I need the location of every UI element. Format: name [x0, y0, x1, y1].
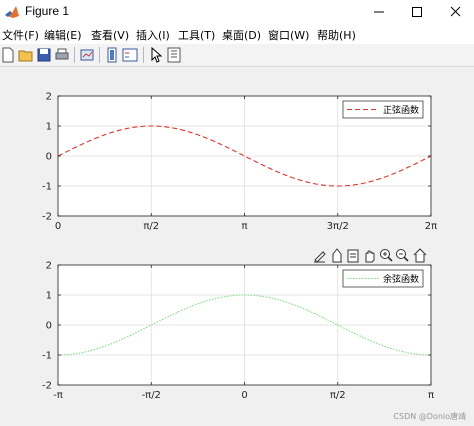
- y-tick-label: -1: [42, 351, 52, 362]
- legend-label: 余弦函数: [383, 273, 419, 285]
- maximize-icon: [412, 7, 422, 17]
- x-tick-label: 2π: [425, 221, 437, 232]
- x-tick-label: 0: [241, 390, 247, 401]
- menu-window[interactable]: 窗口(W): [268, 27, 309, 43]
- open-folder-icon[interactable]: [18, 47, 34, 63]
- y-tick-label: -2: [42, 212, 52, 223]
- menu-tools[interactable]: 工具(T): [178, 27, 215, 43]
- y-tick-label: 0: [46, 321, 52, 332]
- toolbar-separator: [143, 47, 144, 63]
- x-tick-label: -π/2: [142, 390, 161, 401]
- close-button[interactable]: [436, 0, 474, 24]
- toolbar-separator: [99, 47, 100, 63]
- pan-icon[interactable]: [365, 250, 375, 263]
- y-tick-label: 1: [46, 122, 52, 133]
- new-figure-icon[interactable]: [0, 47, 16, 63]
- brush-icon[interactable]: [314, 251, 326, 263]
- maximize-button[interactable]: [398, 0, 436, 24]
- x-tick-label: π/2: [143, 221, 159, 232]
- matlab-logo-icon: [5, 6, 19, 18]
- insert-legend-icon[interactable]: [122, 47, 138, 63]
- y-tick-label: 0: [46, 152, 52, 163]
- window-title: Figure 1: [25, 4, 70, 18]
- y-tick-label: -1: [42, 182, 52, 193]
- x-tick-label: 3π/2: [327, 221, 349, 232]
- menu-insert[interactable]: 插入(I): [136, 27, 170, 43]
- data-cursor-icon[interactable]: [332, 248, 342, 263]
- menu-view[interactable]: 查看(V): [91, 27, 129, 43]
- menu-file[interactable]: 文件(F): [2, 27, 39, 43]
- menu-help[interactable]: 帮助(H): [317, 27, 356, 43]
- pointer-icon[interactable]: [148, 47, 164, 63]
- y-tick-label: -2: [42, 381, 52, 392]
- close-icon: [450, 6, 461, 17]
- x-tick-label: -π: [53, 390, 63, 401]
- save-figure-icon[interactable]: [347, 249, 359, 263]
- minimize-icon: [374, 11, 384, 13]
- figure-toolbar: [0, 44, 474, 67]
- y-tick-label: 2: [46, 261, 52, 272]
- zoom-out-icon[interactable]: [396, 249, 409, 262]
- zoom-in-icon[interactable]: [380, 249, 393, 262]
- x-tick-label: π: [428, 390, 434, 401]
- figure-canvas: 0 π/2 π 3π/2 2π -2 -1 0 1 2 正弦函数 -π -π/2 0 π/2 π -2 -1 0 1 2…: [0, 67, 474, 426]
- toolbar-separator: [74, 47, 75, 63]
- x-tick-label: π/2: [330, 390, 346, 401]
- watermark: CSDN @Donio唐靖: [393, 412, 466, 421]
- y-tick-label: 2: [46, 92, 52, 103]
- x-tick-label: 0: [55, 221, 61, 232]
- menu-desktop[interactable]: 桌面(D): [222, 27, 261, 43]
- link-plot-icon[interactable]: [79, 47, 95, 63]
- home-icon[interactable]: [413, 248, 427, 263]
- y-tick-label: 1: [46, 291, 52, 302]
- save-icon[interactable]: [36, 47, 52, 63]
- menu-bar: 文件(F) 编辑(E) 查看(V) 插入(I) 工具(T) 桌面(D) 窗口(W…: [0, 24, 474, 44]
- insert-colorbar-icon[interactable]: [104, 47, 120, 63]
- property-inspector-icon[interactable]: [166, 47, 182, 63]
- legend-label: 正弦函数: [383, 104, 419, 116]
- menu-edit[interactable]: 编辑(E): [44, 27, 82, 43]
- minimize-button[interactable]: [360, 0, 398, 24]
- title-bar: Figure 1: [0, 0, 474, 24]
- plots-svg: 0 π/2 π 3π/2 2π -2 -1 0 1 2 正弦函数 -π -π/2 0 π/2 π -2 -1 0 1 2…: [42, 92, 437, 402]
- print-icon[interactable]: [54, 47, 70, 63]
- x-tick-label: π: [241, 221, 247, 232]
- axes-toolbar: [314, 248, 427, 263]
